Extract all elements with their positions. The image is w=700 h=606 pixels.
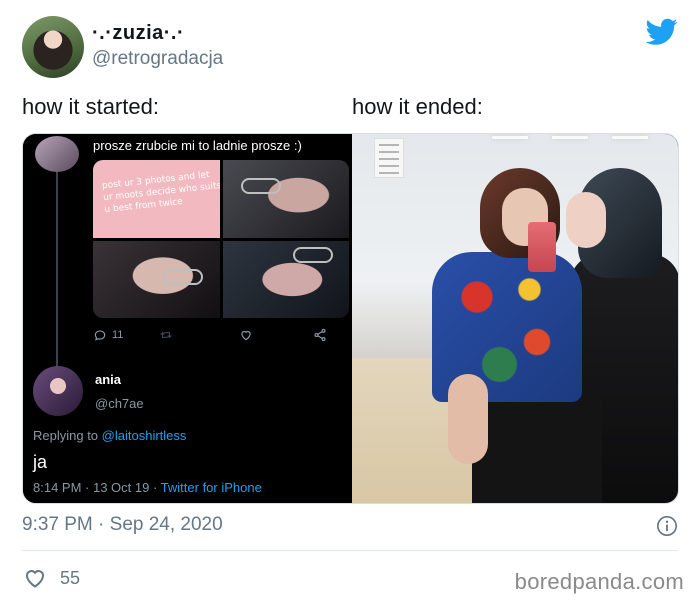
share-icon xyxy=(314,328,326,342)
phone xyxy=(528,222,556,272)
glasses xyxy=(292,246,333,263)
selfie-photo xyxy=(222,160,349,238)
replying-to-line: Replying to @laitoshirtless xyxy=(33,428,186,443)
like-action xyxy=(239,328,253,342)
reply-action: 11 xyxy=(93,328,123,342)
reply-text: ja xyxy=(33,452,48,472)
retweet-icon xyxy=(160,331,172,339)
original-poster-avatar xyxy=(35,136,79,172)
person-pants xyxy=(472,396,602,503)
author-handle[interactable]: @retrogradacja xyxy=(92,48,223,70)
retweet-action xyxy=(159,328,173,342)
like-count[interactable]: 55 xyxy=(60,568,80,589)
author-display-name[interactable]: ·.·zuzia·.· xyxy=(92,22,184,45)
tweet-timestamp[interactable]: 9:37 PM · Sep 24, 2020 xyxy=(22,514,223,536)
ceiling-light xyxy=(612,136,648,139)
ceiling-light xyxy=(492,136,528,139)
heart-icon xyxy=(241,330,251,341)
reply-author-handle: @ch7ae xyxy=(95,396,144,411)
replying-to-handle: @laitoshirtless xyxy=(101,428,187,443)
thread-line xyxy=(56,170,58,370)
embedded-photo-grid: post ur 3 photos and let ur moots decide… xyxy=(93,160,349,318)
reply-count: 11 xyxy=(112,329,124,341)
boredpanda-watermark: boredpanda.com xyxy=(514,569,684,594)
caption-how-it-ended: how it ended: xyxy=(352,94,483,119)
reply-meta-source: Twitter for iPhone xyxy=(160,480,262,495)
person-face xyxy=(566,192,606,248)
comment-icon xyxy=(94,330,106,341)
person-arm xyxy=(448,374,488,464)
reply-meta-time: 8:14 PM · 13 Oct 19 · xyxy=(33,480,158,495)
started-screenshot-panel[interactable]: prosze zrubcie mi to ladnie prosze :) po… xyxy=(23,134,350,503)
reply-author-avatar xyxy=(33,366,83,416)
pink-text-image: post ur 3 photos and let ur moots decide… xyxy=(93,160,220,238)
pink-image-text: post ur 3 photos and let ur moots decide… xyxy=(101,170,220,216)
author-avatar[interactable] xyxy=(22,16,84,78)
reply-meta: 8:14 PM · 13 Oct 19 · Twitter for iPhone xyxy=(33,480,262,495)
embedded-tweet-actions: 11 xyxy=(93,328,343,346)
glasses xyxy=(163,268,203,285)
heart-icon[interactable] xyxy=(23,566,47,590)
divider xyxy=(22,550,678,551)
twitter-bird-icon[interactable] xyxy=(646,18,678,46)
ceiling-light xyxy=(552,136,588,139)
selfie-photo xyxy=(222,240,349,318)
reply-author-name: ania xyxy=(95,372,122,387)
share-action xyxy=(313,328,327,342)
wall-poster xyxy=(374,138,404,178)
glasses xyxy=(240,178,281,194)
tweet-media[interactable]: prosze zrubcie mi to ladnie prosze :) po… xyxy=(22,133,679,504)
replying-to-prefix: Replying to xyxy=(33,428,99,443)
ended-photo-panel[interactable] xyxy=(352,134,678,503)
caption-how-it-started: how it started: xyxy=(22,94,159,119)
selfie-photo xyxy=(93,240,220,318)
embedded-tweet-text: prosze zrubcie mi to ladnie prosze :) xyxy=(93,138,302,153)
info-circle-icon[interactable] xyxy=(656,515,678,537)
